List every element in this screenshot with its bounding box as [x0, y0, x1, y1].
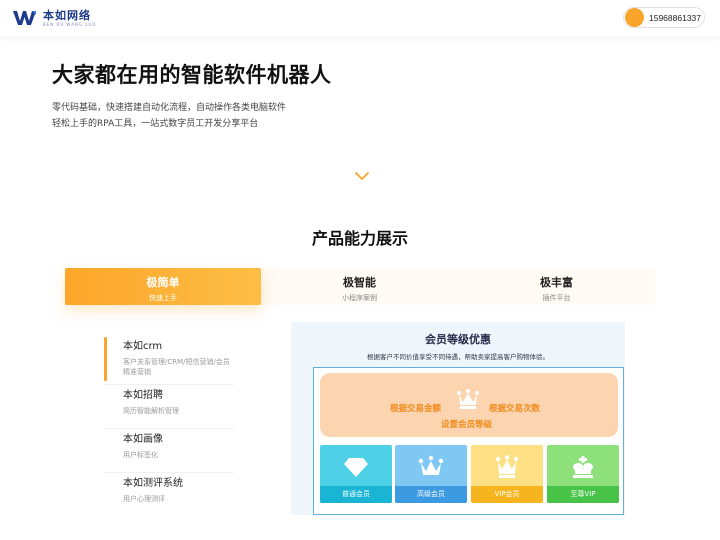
product-item-crm[interactable]: 本如crm 客户关系管理/CRM/短信营销/会员 精准营销 — [104, 337, 234, 385]
member-card-normal: 普通会员 — [320, 445, 392, 503]
tab-subtitle: 小程序案例 — [342, 294, 377, 302]
preview-subtitle: 根据客户不同价值享受不同待遇，帮助卖家提高客户购物体验。 — [367, 353, 549, 361]
hero-subtitle-line-2: 轻松上手的RPA工具，一站式数字员工开发分享平台 — [52, 119, 259, 129]
product-description: 客户关系管理/CRM/短信营销/会员 — [123, 358, 230, 366]
tab-title: 极简单 — [146, 276, 180, 289]
banner-text-count: 根据交易次数 — [489, 404, 541, 414]
top-header: 本如网络 BEN RU WANG LUO 15968861337 — [0, 0, 720, 36]
product-name: 本如招聘 — [123, 390, 163, 401]
crown-icon — [457, 389, 479, 409]
product-description: 用户心理测评 — [123, 495, 165, 503]
member-card-label: 普通会员 — [320, 486, 392, 503]
banner-text-level: 设置会员等级 — [441, 420, 493, 430]
logo-subtext: BEN RU WANG LUO — [43, 21, 97, 27]
product-item-portrait[interactable]: 本如画像 用户标签化 — [104, 429, 234, 473]
banner-text-amount: 根据交易金额 — [390, 404, 442, 414]
member-card-senior: 高级会员 — [395, 445, 467, 503]
member-card-supreme: 至尊VIP — [547, 445, 619, 503]
preview-title: 会员等级优惠 — [425, 333, 491, 346]
logo-mark-icon — [13, 11, 36, 25]
member-card-label: 至尊VIP — [547, 486, 619, 503]
member-card-label: 高级会员 — [395, 486, 467, 503]
phone-icon — [625, 8, 644, 27]
member-card-label: VIP会员 — [471, 486, 543, 503]
diamond-icon — [344, 458, 368, 477]
chess-king-icon — [573, 456, 593, 478]
tab-smart[interactable]: 极智能 小程序案例 — [261, 268, 458, 305]
tab-subtitle: 快速上手 — [149, 294, 177, 302]
member-card-vip: VIP会员 — [471, 445, 543, 503]
tab-subtitle: 插件平台 — [542, 294, 571, 302]
product-item-assessment[interactable]: 本如测评系统 用户心理测评 — [104, 473, 234, 517]
tab-simple[interactable]: 极简单 快速上手 — [65, 268, 261, 305]
crown-icon — [418, 455, 444, 475]
hero-subtitle-line-1: 零代码基础，快速搭建自动化流程，自动操作各类电脑软件 — [52, 103, 287, 113]
brand-logo[interactable]: 本如网络 BEN RU WANG LUO — [12, 9, 96, 27]
product-item-recruit[interactable]: 本如招聘 简历智能解析管理 — [104, 385, 234, 429]
product-name: 本如测评系统 — [123, 478, 183, 489]
product-list: 本如crm 客户关系管理/CRM/短信营销/会员 精准营销 本如招聘 简历智能解… — [104, 337, 234, 517]
tab-rich[interactable]: 极丰富 插件平台 — [458, 268, 655, 305]
capability-tabs: 极简单 快速上手 极智能 小程序案例 极丰富 插件平台 — [65, 268, 655, 305]
phone-number: 15968861337 — [649, 12, 702, 23]
chevron-down-icon[interactable] — [354, 171, 370, 181]
tab-title: 极智能 — [343, 276, 376, 289]
product-description: 简历智能解析管理 — [123, 407, 179, 415]
hero-title: 大家都在用的智能软件机器人 — [52, 63, 332, 87]
product-name: 本如crm — [123, 341, 163, 352]
product-description: 用户标签化 — [123, 451, 158, 459]
contact-phone-button[interactable]: 15968861337 — [623, 7, 705, 28]
product-description-cont: 精准营销 — [123, 368, 151, 376]
product-name: 本如画像 — [123, 434, 163, 445]
section-title: 产品能力展示 — [311, 229, 408, 248]
logo-text: 本如网络 — [43, 8, 91, 22]
tab-title: 极丰富 — [540, 276, 573, 289]
product-preview-image: 会员等级优惠 根据客户不同价值享受不同待遇，帮助卖家提高客户购物体验。 根据交易… — [291, 322, 625, 515]
crown-icon — [495, 455, 519, 478]
